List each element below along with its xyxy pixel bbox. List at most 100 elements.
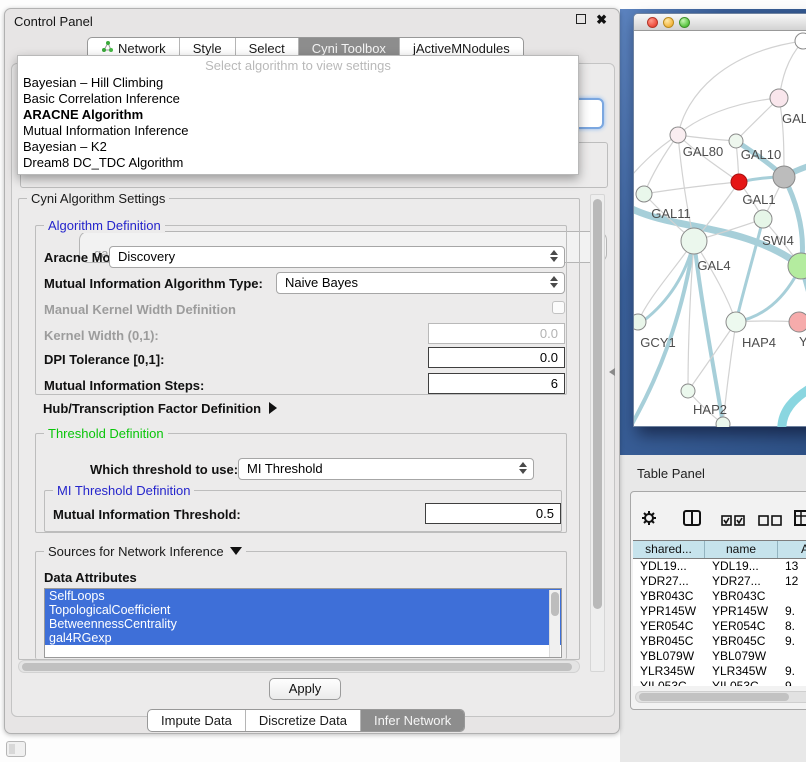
network-window-titlebar[interactable] (634, 14, 806, 31)
select-checkboxes-icon[interactable] (721, 513, 745, 531)
network-edge[interactable] (644, 182, 739, 194)
table-grid-icon[interactable] (794, 510, 806, 531)
panel-resize-handle[interactable] (609, 368, 615, 376)
minimize-button[interactable] (663, 17, 674, 28)
scrollbar-thumb[interactable] (593, 199, 602, 609)
network-node-gal80[interactable] (670, 127, 686, 143)
table-row[interactable]: YBR045CYBR045C9. (633, 634, 806, 649)
column-header[interactable]: name (705, 541, 778, 558)
node-table: shared...nameA YDL19...YDL19...13YDR27..… (633, 540, 806, 686)
tab-discretize-data[interactable]: Discretize Data (245, 710, 360, 731)
data-attribute-item[interactable]: TopologicalCoefficient (45, 603, 561, 617)
apply-button[interactable]: Apply (269, 678, 341, 700)
table-row[interactable]: YBL079WYBL079W (633, 649, 806, 664)
table-row[interactable]: YDR27...YDR27...12 (633, 574, 806, 589)
hub-definition-expander[interactable]: Hub/Transcription Factor Definition (43, 401, 277, 416)
zoom-button[interactable] (679, 17, 690, 28)
network-node-gal[interactable] (770, 89, 788, 107)
table-cell: 9. (778, 634, 806, 649)
settings-horizontal-scrollbar[interactable] (18, 660, 580, 673)
table-cell: YBR045C (705, 634, 778, 649)
algorithm-option[interactable]: Mutual Information Inference (18, 123, 578, 139)
algorithm-option[interactable]: Basic Correlation Inference (18, 91, 578, 107)
network-canvas[interactable]: GALGAL80GAL10GAL1GAL11GAL4SWI4GCY1HAP4YH… (634, 31, 806, 427)
table-cell: YPR145W (633, 604, 705, 619)
data-attribute-item[interactable]: gal4RGexp (45, 631, 561, 645)
network-node-hap4[interactable] (726, 312, 746, 332)
table-row[interactable]: YIL053CYIL053C9. (633, 679, 806, 686)
sources-expander[interactable]: Sources for Network Inference (44, 544, 246, 559)
algorithm-option[interactable]: ARACNE Algorithm (18, 107, 578, 123)
mi-threshold-field[interactable]: 0.5 (425, 503, 561, 524)
node-label: SWI4 (762, 233, 794, 248)
split-columns-icon[interactable] (683, 510, 701, 531)
mi-algorithm-type-combobox[interactable]: Naive Bayes (276, 272, 565, 294)
network-edge[interactable] (644, 135, 678, 194)
network-edge[interactable] (688, 322, 736, 391)
network-node[interactable] (716, 417, 730, 427)
tab-label: Infer Network (374, 710, 451, 731)
network-edge[interactable] (678, 135, 736, 141)
tab-impute-data[interactable]: Impute Data (148, 710, 245, 731)
float-icon[interactable] (576, 14, 586, 24)
algorithm-option[interactable]: Dream8 DC_TDC Algorithm (18, 155, 578, 171)
table-cell: YER054C (633, 619, 705, 634)
table-row[interactable]: YBR043CYBR043C (633, 589, 806, 604)
table-cell: YDL19... (633, 559, 705, 574)
minimized-panel-icon[interactable] (6, 741, 26, 757)
network-node-gal4[interactable] (681, 228, 707, 254)
manual-kernel-checkbox[interactable] (552, 301, 565, 314)
table-cell: 13 (778, 559, 806, 574)
table-cell: 9. (778, 664, 806, 679)
table-row[interactable]: YER054CYER054C8. (633, 619, 806, 634)
mi-steps-field[interactable]: 6 (428, 373, 565, 394)
table-row[interactable]: YDL19...YDL19...13 (633, 559, 806, 574)
column-header[interactable]: A (778, 541, 806, 558)
control-panel-window: Control Panel ✖ NetworkStyleSelectCyni T… (4, 8, 620, 734)
data-attribute-item[interactable]: BetweennessCentrality (45, 617, 561, 631)
list-scrollbar[interactable] (549, 590, 560, 658)
scrollbar-thumb[interactable] (551, 592, 559, 616)
table-row[interactable]: YLR345WYLR345W9. (633, 664, 806, 679)
network-node-gcy1[interactable] (634, 314, 646, 330)
data-attribute-item[interactable]: SelfLoops (45, 589, 561, 603)
scrollbar-thumb[interactable] (22, 663, 572, 671)
aracne-mode-combobox[interactable]: Discovery (109, 246, 565, 268)
network-node-y[interactable] (789, 312, 806, 332)
network-node[interactable] (795, 33, 806, 49)
network-edge[interactable] (779, 98, 784, 177)
network-node-gal10[interactable] (729, 134, 743, 148)
column-header[interactable]: shared... (633, 541, 705, 558)
network-node[interactable] (773, 166, 795, 188)
deselect-checkboxes-icon[interactable] (758, 513, 782, 531)
dpi-tolerance-field[interactable]: 0.0 (428, 347, 565, 368)
close-button[interactable] (647, 17, 658, 28)
stepper-arrows-icon (550, 250, 558, 262)
threshold-definition-group: Threshold Definition Which threshold to … (35, 433, 567, 533)
close-icon[interactable]: ✖ (596, 12, 607, 28)
algorithm-option[interactable]: Bayesian – K2 (18, 139, 578, 155)
table-cell: YLR345W (705, 664, 778, 679)
network-node-hap2[interactable] (681, 384, 695, 398)
which-threshold-combobox[interactable]: MI Threshold (238, 458, 534, 480)
table-horizontal-scrollbar[interactable] (635, 691, 806, 703)
network-edge[interactable] (634, 135, 678, 180)
scrollbar-thumb[interactable] (639, 693, 789, 701)
settings-vertical-scrollbar[interactable] (590, 194, 605, 672)
network-node-gal11[interactable] (636, 186, 652, 202)
combobox-value: Naive Bayes (285, 275, 358, 290)
settings-gear-icon[interactable] (641, 510, 657, 531)
network-edge[interactable] (782, 383, 806, 427)
tab-infer-network[interactable]: Infer Network (360, 710, 464, 731)
stepper-arrows-icon (550, 276, 558, 288)
kernel-width-field[interactable]: 0.0 (428, 323, 565, 344)
table-cell: 12 (778, 574, 806, 589)
table-panel-title: Table Panel (637, 466, 705, 481)
screen: GALGAL80GAL10GAL1GAL11GAL4SWI4GCY1HAP4YH… (0, 0, 806, 762)
network-node[interactable] (731, 174, 747, 190)
network-edge[interactable] (678, 98, 779, 135)
table-row[interactable]: YPR145WYPR145W9. (633, 604, 806, 619)
algorithm-option[interactable]: Bayesian – Hill Climbing (18, 75, 578, 91)
data-attributes-list[interactable]: SelfLoopsTopologicalCoefficientBetweenne… (44, 588, 562, 658)
network-node-gal1[interactable] (754, 210, 772, 228)
